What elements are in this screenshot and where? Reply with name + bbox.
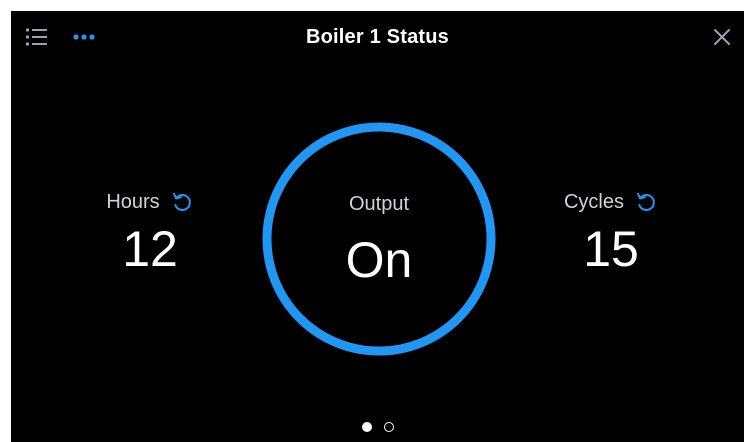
page-title: Boiler 1 Status [305, 26, 450, 48]
cycles-stat: Cycles 15 [511, 187, 711, 279]
reset-cycles-button[interactable] [634, 190, 658, 214]
hours-label-row: Hours [50, 187, 250, 217]
page-dot-2[interactable] [383, 422, 394, 432]
reset-icon [172, 192, 191, 211]
cycles-label: Cycles [563, 191, 624, 213]
hours-value: 12 [122, 221, 178, 277]
page-dot-1[interactable] [361, 422, 372, 432]
cycles-value: 15 [583, 221, 639, 277]
page-indicator [11, 422, 744, 432]
hours-stat: Hours 12 [50, 187, 250, 279]
reset-icon [637, 192, 655, 211]
boiler-status-screen: Boiler 1 Status Hours 12 Output On Cycle… [11, 11, 744, 442]
output-value: On [345, 232, 413, 288]
reset-hours-button[interactable] [170, 190, 194, 214]
top-bar: Boiler 1 Status [11, 11, 744, 63]
output-label: Output [348, 193, 410, 215]
close-button[interactable] [710, 25, 734, 49]
cycles-label-row: Cycles [511, 187, 711, 217]
close-icon [714, 29, 730, 45]
hours-label: Hours [106, 191, 160, 213]
